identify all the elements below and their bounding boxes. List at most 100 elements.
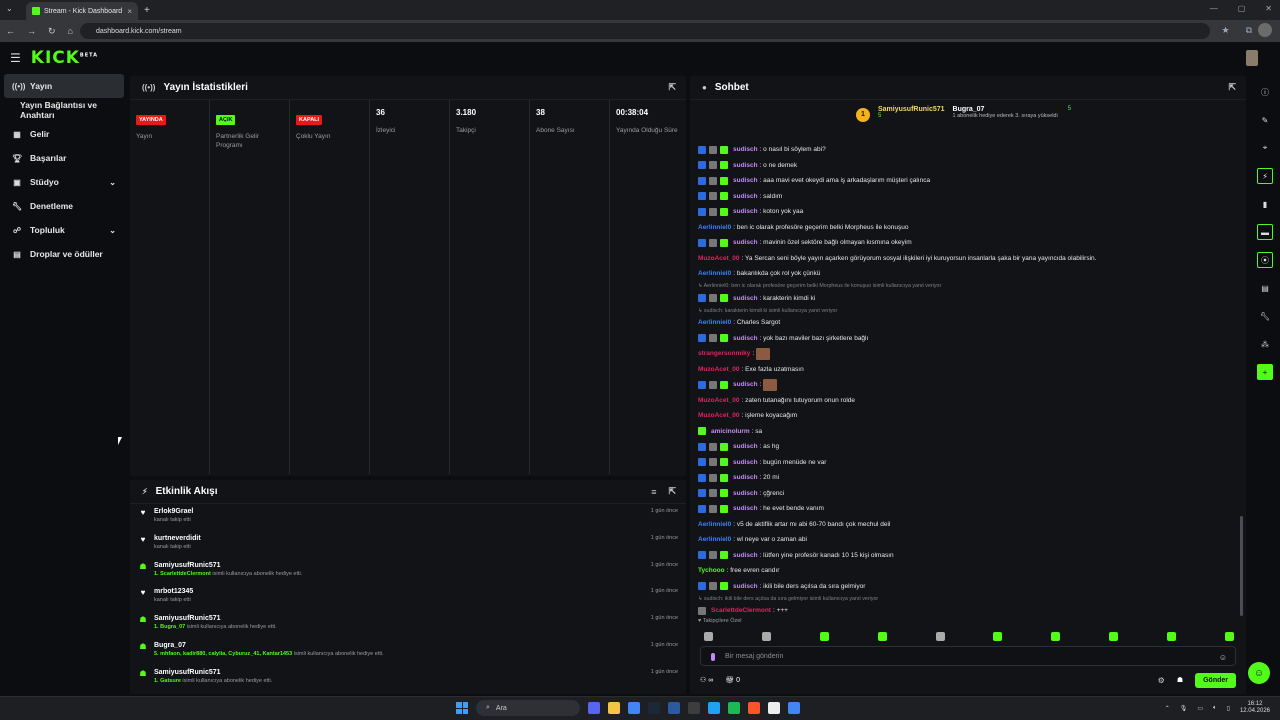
chat-username[interactable]: strangersonmiky (698, 350, 750, 357)
chat-scrollbar[interactable] (1240, 516, 1243, 616)
chat-username[interactable]: sudisch (733, 505, 758, 512)
chat-username[interactable]: Aerlinniel0 (698, 319, 731, 326)
browser-tab[interactable]: Stream - Kick Dashboard × (26, 2, 138, 20)
broadcast-icon[interactable]: ⦿ (1257, 252, 1273, 268)
spotify-icon[interactable] (728, 702, 740, 714)
chat-username[interactable]: MuzoAcet_00 (698, 366, 740, 373)
chevron-down-icon[interactable]: ⌄ (109, 178, 116, 187)
chat-username[interactable]: ScarlettdeClermont (711, 607, 771, 614)
chat-username[interactable]: sudisch (733, 474, 758, 481)
chat-message[interactable]: sudisch: o nasıl bi söylem abi? (698, 142, 1238, 158)
chat-message[interactable]: strangersonmiky: (698, 346, 1238, 362)
sidebar-item-gelir[interactable]: ▦ Gelir (0, 122, 128, 146)
chat-message[interactable]: sudisch: karakterin kimdi ki (698, 291, 1238, 307)
popout-icon[interactable]: ⇱ (668, 82, 676, 93)
chat-message[interactable]: sudisch: çğrenci (698, 486, 1238, 502)
community-icon[interactable]: ⁂ (1257, 336, 1273, 352)
chat-message[interactable]: Aerlinniel0: ben ic olarak profesöre geç… (698, 220, 1238, 236)
emote-icon[interactable] (993, 632, 1003, 641)
app-icon[interactable] (668, 702, 680, 714)
emote-icon[interactable] (761, 632, 771, 641)
chat-message[interactable]: sudisch: lütfen yine profesör kanadı 10 … (698, 548, 1238, 564)
chat-username[interactable]: Aerlinniel0 (698, 270, 731, 277)
chat-message[interactable]: amicinolurm: sa (698, 424, 1238, 440)
close-tab-icon[interactable]: × (127, 7, 132, 16)
edit-icon[interactable]: ✎ (1257, 112, 1273, 128)
leader-2[interactable]: Bugra_07 1 abonelik hediye ederek 3. sır… (953, 106, 1058, 119)
chat-username[interactable]: sudisch (733, 490, 758, 497)
chat-username[interactable]: Aerlinniel0 (698, 536, 731, 543)
chrome-icon[interactable] (628, 702, 640, 714)
kick-logo[interactable]: KICKBETA (31, 48, 98, 68)
mic-icon[interactable]: 🎙︎ (1180, 705, 1188, 712)
chat-username[interactable]: sudisch (733, 381, 758, 388)
activity-user[interactable]: SamiyusufRunic571 (154, 615, 645, 622)
activity-user[interactable]: mrbot12345 (154, 588, 645, 595)
chat-message[interactable]: sudisch: as hg (698, 439, 1238, 455)
chat-message[interactable]: sudisch: aaa mavi evet okeydi ama iş ark… (698, 173, 1238, 189)
chat-username[interactable]: sudisch (733, 146, 758, 153)
volume-icon[interactable]: 🔈︎ (1213, 705, 1217, 712)
brave-icon[interactable] (748, 702, 760, 714)
chevron-down-icon[interactable]: ⌄ (109, 226, 116, 235)
activity-user[interactable]: SamiyusufRunic571 (154, 669, 645, 676)
document-icon[interactable]: ▮ (1257, 196, 1273, 212)
infinity-icon[interactable]: ⚇ ∞ (700, 676, 713, 684)
popout-icon[interactable]: ⇱ (1228, 82, 1236, 93)
sidebar-item-yayin[interactable]: ((•)) Yayın (4, 74, 124, 98)
chat-message[interactable]: sudisch: he evet bende vanım (698, 501, 1238, 517)
info-icon[interactable]: ⓘ (1257, 84, 1273, 100)
chat-message[interactable]: Aerlinniel0: Charles Sargot (698, 315, 1238, 331)
emote-icon[interactable] (877, 632, 887, 641)
sidebar-item-denetleme[interactable]: 🔧︎ Denetleme (0, 194, 128, 218)
chat-username[interactable]: Tychooo (698, 567, 725, 574)
network-icon[interactable]: ▭ (1197, 705, 1203, 712)
chat-username[interactable]: MuzoAcet_00 (698, 412, 740, 419)
battery-icon[interactable]: ▯ (1227, 705, 1230, 712)
chat-username[interactable]: amicinolurm (711, 428, 750, 435)
users-icon[interactable]: ▤ (1257, 280, 1273, 296)
chat-username[interactable]: sudisch (733, 162, 758, 169)
emote-icon[interactable] (1167, 632, 1176, 641)
sidebar-item-droplar[interactable]: ▤ Droplar ve ödüller (0, 242, 128, 266)
browser-profile-avatar[interactable] (1258, 23, 1272, 37)
sidebar-item-topluluk[interactable]: ☍ Topluluk ⌄ (0, 218, 128, 242)
folder-icon[interactable] (608, 702, 620, 714)
chat-username[interactable]: sudisch (733, 443, 758, 450)
chat-message[interactable]: Tychooo: free evren candır (698, 563, 1238, 579)
vscode-icon[interactable] (708, 702, 720, 714)
chat-message[interactable]: sudisch: mavinin özel sektöre bağlı olma… (698, 235, 1238, 251)
notion-icon[interactable] (768, 702, 780, 714)
chat-username[interactable]: sudisch (733, 295, 758, 302)
new-tab-icon[interactable]: + (144, 5, 150, 16)
chat-message[interactable]: MuzoAcet_00: işleme koyacağım (698, 408, 1238, 424)
activity-user[interactable]: Erlok9Grael (154, 508, 645, 515)
chat-message[interactable]: Aerlinniel0: v5 de aktiflik artar mı abi… (698, 517, 1238, 533)
back-icon[interactable]: ← (6, 26, 15, 36)
chat-message[interactable]: MuzoAcet_00: Ya Sercan seni böyle yayın … (698, 251, 1238, 267)
chat-message[interactable]: sudisch: saldım (698, 189, 1238, 205)
wrench-icon[interactable]: 🔧︎ (1257, 308, 1273, 324)
gift-icon[interactable]: 🎁︎ 0 (725, 676, 740, 684)
menu-icon[interactable]: ☰ (10, 51, 21, 65)
github-icon[interactable] (688, 702, 700, 714)
emoji-icon[interactable]: ☺ (1219, 653, 1227, 662)
chat-message[interactable]: sudisch: (698, 377, 1238, 393)
leader-1[interactable]: SamiyusufRunic571 5 (878, 106, 945, 119)
activity-user[interactable]: SamiyusufRunic571 (154, 562, 645, 569)
chat-message[interactable]: sudisch: ikili bile ders açılsa da sıra … (698, 579, 1238, 595)
chat-message[interactable]: sudisch: o ne demek (698, 158, 1238, 174)
lightning-icon[interactable]: ⚡︎ (1257, 168, 1273, 184)
chrome-icon[interactable] (788, 702, 800, 714)
sidebar-item-basarilar[interactable]: 🏆︎ Başarılar (0, 146, 128, 170)
tab-search-icon[interactable]: ⌄ (6, 4, 13, 13)
minimize-icon[interactable]: — (1210, 4, 1218, 13)
taskbar-search[interactable]: ⌕ Ara (476, 700, 580, 716)
emote-icon[interactable] (1109, 632, 1119, 641)
chat-username[interactable]: MuzoAcet_00 (698, 255, 740, 262)
sidebar-item-studyo[interactable]: ▣ Stüdyo ⌄ (0, 170, 128, 194)
windows-start-icon[interactable] (456, 702, 468, 714)
popout-icon[interactable]: ⇱ (668, 486, 676, 497)
chat-username[interactable]: Aerlinniel0 (698, 224, 731, 231)
chat-username[interactable]: MuzoAcet_00 (698, 397, 740, 404)
